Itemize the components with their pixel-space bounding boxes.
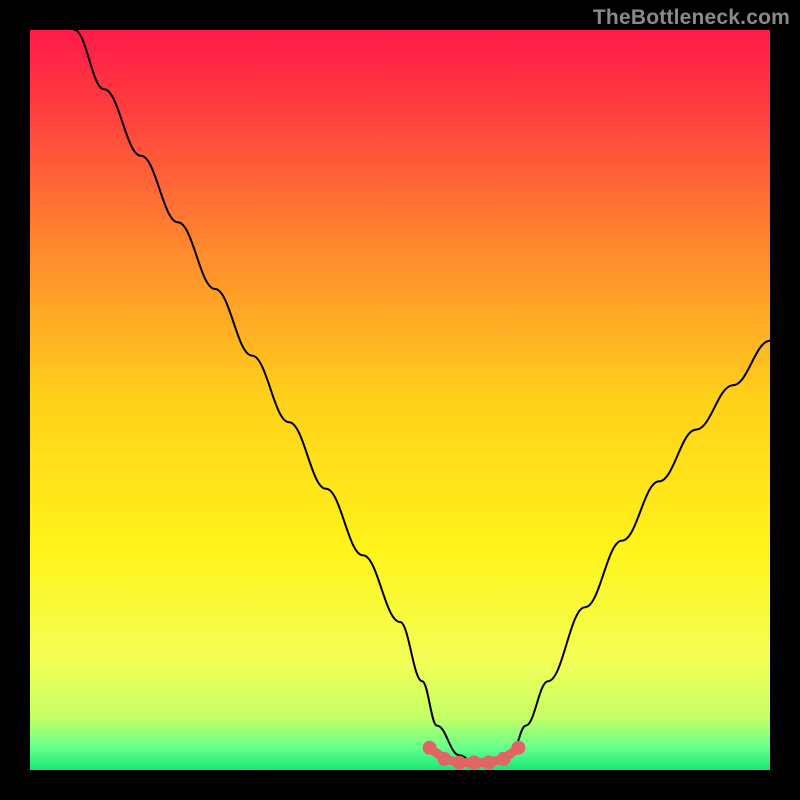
chart-frame: TheBottleneck.com — [0, 0, 800, 800]
bottleneck-curve — [30, 30, 770, 770]
plot-area — [30, 30, 770, 770]
watermark-label: TheBottleneck.com — [593, 6, 790, 30]
